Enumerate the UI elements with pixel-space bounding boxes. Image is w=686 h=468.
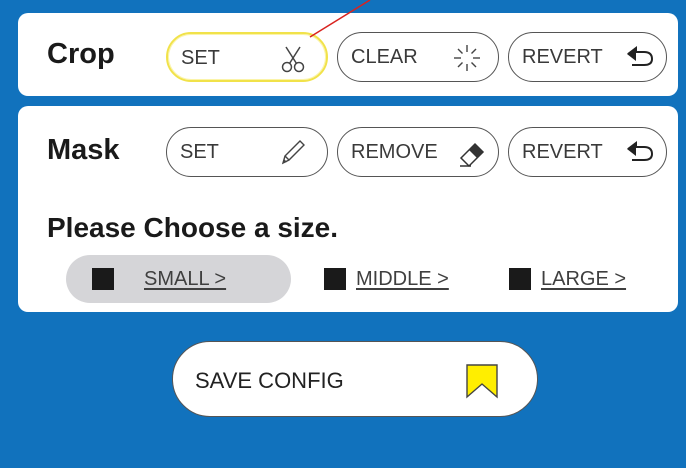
bookmark-icon (465, 363, 499, 404)
undo-arrow-icon (622, 41, 656, 75)
undo-arrow-icon (622, 136, 656, 170)
crop-clear-button[interactable]: CLEAR (337, 32, 499, 82)
mask-panel: Mask SET REMOVE REVERT Please Choose a s… (18, 106, 678, 312)
mask-set-label: SET (180, 141, 219, 163)
app-canvas: Crop SET CLEAR REVERT Mask SET REMOVE RE… (0, 0, 686, 468)
pencil-icon (275, 136, 309, 170)
mask-remove-button[interactable]: REMOVE (337, 127, 499, 177)
crop-revert-label: REVERT (522, 46, 603, 68)
crop-set-label: SET (181, 47, 220, 69)
save-config-label: SAVE CONFIG (195, 368, 344, 393)
crop-title: Crop (47, 38, 115, 70)
size-marker-icon (92, 268, 114, 290)
crop-set-button[interactable]: SET (166, 32, 328, 82)
size-option-large[interactable]: LARGE > (509, 255, 659, 303)
crop-revert-button[interactable]: REVERT (508, 32, 667, 82)
mask-set-button[interactable]: SET (166, 127, 328, 177)
size-option-label: SMALL > (144, 267, 227, 290)
size-option-middle[interactable]: MIDDLE > (324, 255, 484, 303)
sparkle-icon (450, 41, 484, 75)
crop-clear-label: CLEAR (351, 46, 418, 68)
size-heading: Please Choose a size. (47, 212, 339, 243)
size-marker-icon (509, 268, 531, 290)
size-option-small[interactable]: SMALL > (66, 255, 291, 303)
save-config-button[interactable]: SAVE CONFIG (172, 341, 538, 417)
eraser-icon (455, 136, 489, 170)
mask-title: Mask (47, 134, 120, 166)
crop-panel: Crop SET CLEAR REVERT (18, 13, 678, 96)
size-option-label: MIDDLE > (356, 267, 449, 290)
mask-remove-label: REMOVE (351, 141, 438, 163)
scissors-icon (276, 42, 310, 76)
size-option-label: LARGE > (541, 267, 627, 290)
size-marker-icon (324, 268, 346, 290)
mask-revert-button[interactable]: REVERT (508, 127, 667, 177)
mask-revert-label: REVERT (522, 141, 603, 163)
